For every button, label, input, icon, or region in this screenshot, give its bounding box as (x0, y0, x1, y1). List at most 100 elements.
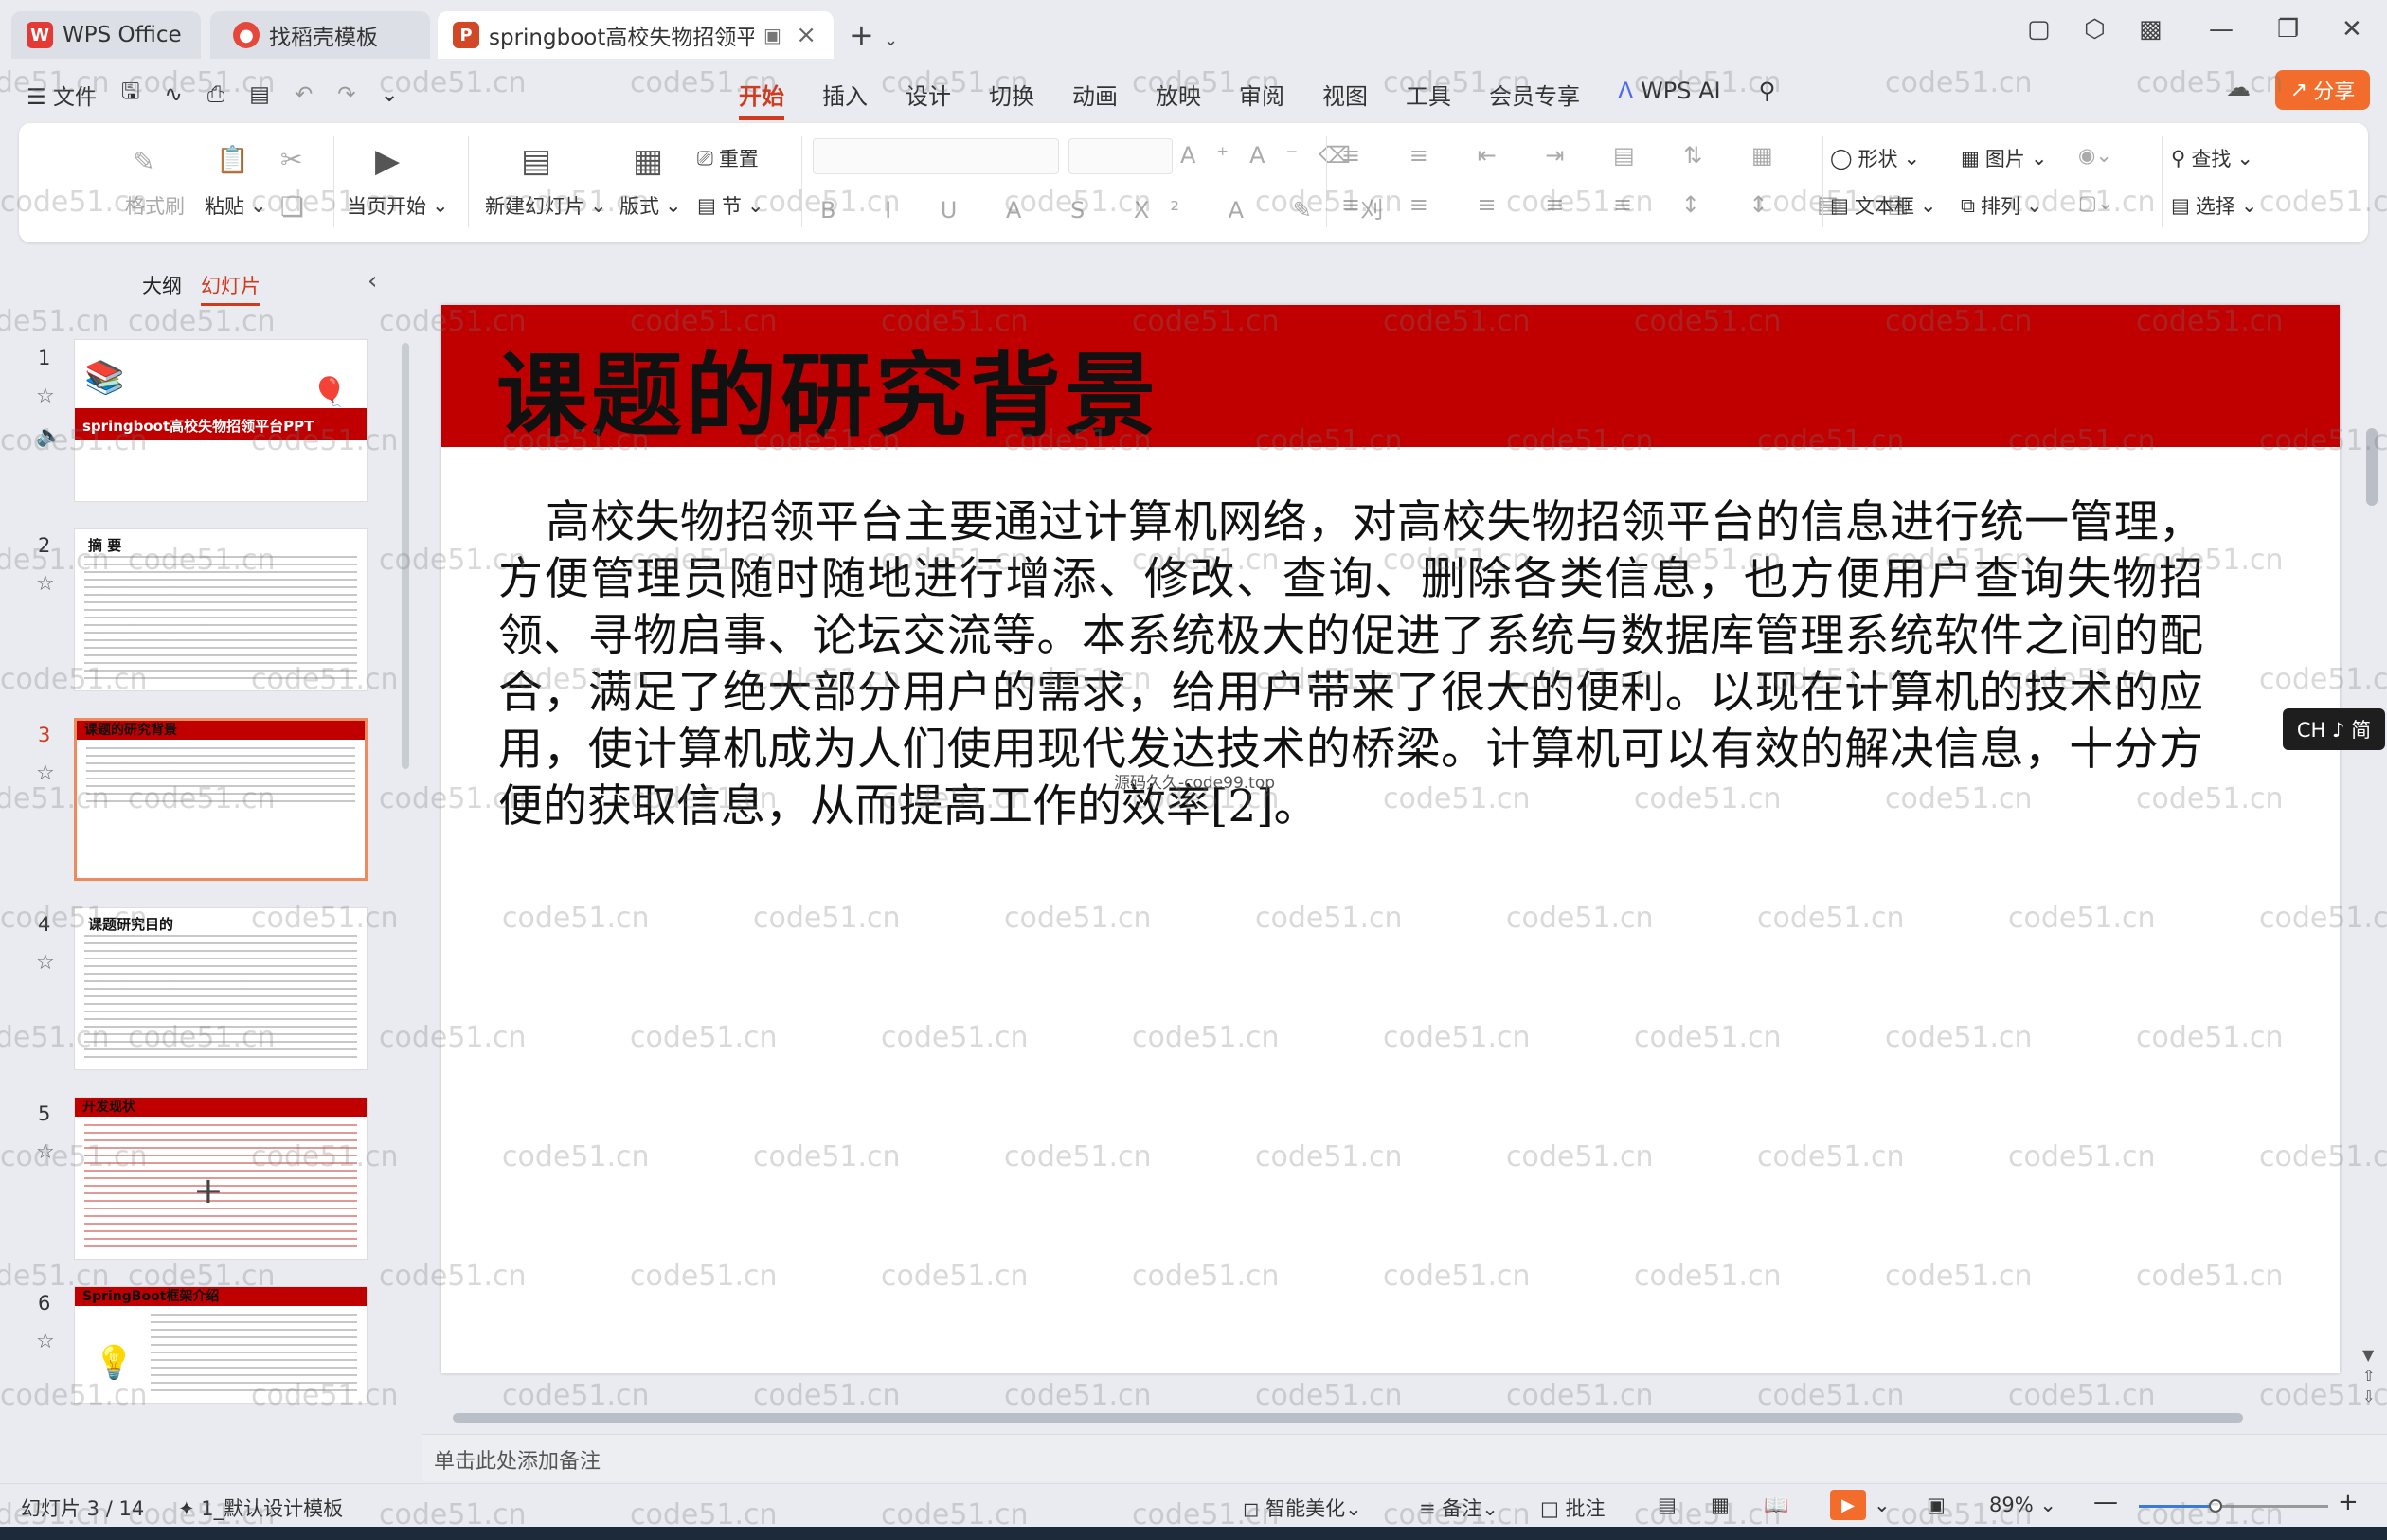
grid-view-icon[interactable]: ▦ (1711, 1494, 1730, 1516)
wps-logo-icon: W (27, 22, 53, 48)
zoom-out-icon[interactable]: — (2093, 1488, 2118, 1516)
cube-icon[interactable]: ⬡ (2084, 15, 2106, 44)
section-button[interactable]: ▤ 节 ⌄ (697, 191, 763, 220)
font-format-tools[interactable]: B I U A S X² A ✎ 刈 (820, 191, 1404, 224)
play-from-current-icon[interactable]: ▶ (375, 142, 400, 180)
beautify-button[interactable]: ◻ 智能美化⌄ (1243, 1494, 1362, 1522)
share-button[interactable]: ↗ 分享 (2275, 70, 2370, 110)
new-slide-icon[interactable]: ▤ (521, 142, 551, 180)
vertical-scrollbar[interactable] (2366, 428, 2378, 506)
reading-view-icon[interactable]: 📖 (1764, 1494, 1788, 1517)
star-icon[interactable]: ☆ (36, 761, 55, 785)
search-icon[interactable]: ⚲ (1759, 78, 1776, 120)
paste-icon[interactable]: 📋 (216, 144, 249, 175)
collapse-panel-icon[interactable]: ‹ (368, 267, 377, 295)
slide-thumbnail[interactable]: SpringBoot框架介绍 💡 (74, 1286, 368, 1404)
comments-button[interactable]: □ 批注 (1540, 1494, 1606, 1522)
slideshow-play-button[interactable]: ▶ (1830, 1490, 1866, 1520)
slide-thumbnail[interactable]: 课题研究目的 (74, 907, 368, 1070)
star-icon[interactable]: ☆ (36, 951, 55, 975)
slide-body-text[interactable]: 高校失物招领平台主要通过计算机网络，对高校失物招领平台的信息进行统一管理，方便管… (498, 494, 2203, 835)
tab-transition[interactable]: 切换 (989, 78, 1034, 120)
paste-button[interactable]: 粘贴 ⌄ (205, 191, 267, 220)
tab-animation[interactable]: 动画 (1072, 78, 1118, 120)
tab-slideshow[interactable]: 放映 (1156, 78, 1201, 120)
star-icon[interactable]: ☆ (36, 572, 55, 596)
new-tab-button[interactable]: + ⌄ (849, 17, 898, 53)
minimize-icon[interactable]: — (2209, 15, 2234, 44)
tab-outline[interactable]: 大纲 (142, 271, 182, 306)
close-tab-icon[interactable]: × (796, 21, 817, 49)
list-tools[interactable]: ≡ ≡ ⇤ ⇥ ▤ ⇅ ▦ (1341, 142, 1794, 169)
shape-button[interactable]: ◯ 形状 ⌄ (1830, 144, 1920, 172)
picture-button[interactable]: ▦ 图片 ⌄ (1961, 144, 2047, 172)
cut-icon[interactable]: ✂ (280, 144, 302, 175)
ime-indicator[interactable]: CH ♪ 简 (2283, 708, 2385, 750)
star-icon[interactable]: ☆ (36, 1140, 55, 1164)
normal-view-icon[interactable]: ▤ (1658, 1494, 1677, 1516)
font-size-select[interactable] (1068, 138, 1173, 174)
tab-member[interactable]: 会员专享 (1489, 78, 1580, 120)
close-window-icon[interactable]: ✕ (2342, 15, 2362, 44)
star-icon[interactable]: ☆ (36, 1330, 55, 1353)
panel-scrollbar[interactable] (402, 343, 409, 769)
avatar[interactable]: ▩ (2139, 15, 2163, 44)
zoom-in-icon[interactable]: + (2338, 1488, 2359, 1516)
font-family-select[interactable] (813, 138, 1059, 174)
tab-home[interactable]: 开始 (739, 78, 784, 120)
cloud-icon[interactable]: ☁ (2226, 74, 2251, 102)
print-preview-icon[interactable]: ▤ (249, 82, 270, 107)
add-slide-button[interactable]: + (193, 1170, 224, 1211)
tab-view[interactable]: 视图 (1322, 78, 1368, 120)
tab-review[interactable]: 审阅 (1239, 78, 1284, 120)
star-icon[interactable]: ☆ (36, 385, 55, 408)
play-options-icon[interactable]: ⌄ (1874, 1494, 1891, 1516)
slide-thumbnail[interactable]: springboot高校失物招领平台PPT 📚 🎈 (74, 339, 368, 502)
fit-window-icon[interactable]: ▣ (1927, 1494, 1946, 1516)
zoom-level[interactable]: 89% ⌄ (1989, 1494, 2056, 1516)
slide-thumbnail-current[interactable]: 课题的研究背景 (74, 718, 368, 881)
new-slide-button[interactable]: 新建幻灯片 ⌄ (485, 191, 607, 220)
wps-ai-button[interactable]: Λ WPS AI (1618, 78, 1721, 120)
tab-template[interactable]: ● 找稻壳模板 (210, 11, 430, 59)
slide-title[interactable]: 课题的研究背景 (496, 322, 1159, 454)
select-button[interactable]: ▤ 选择 ⌄ (2171, 191, 2257, 220)
reset-button[interactable]: ⎚ 重置 (697, 144, 759, 172)
restore-icon[interactable]: ❐ (2277, 15, 2299, 44)
link-icon[interactable]: ∿ (165, 82, 183, 107)
find-button[interactable]: ⚲ 查找 ⌄ (2171, 144, 2253, 172)
tab-tools[interactable]: 工具 (1406, 78, 1451, 120)
print-icon[interactable]: ⎙ (207, 82, 224, 107)
tab-slides[interactable]: 幻灯片 (201, 271, 260, 306)
undo-icon[interactable]: ↶ (295, 82, 313, 107)
audio-icon[interactable]: 🔈 (36, 424, 62, 448)
picture-label: 图片 (1984, 148, 2025, 170)
copy-icon[interactable]: ❏ (280, 191, 304, 223)
page-nav-icons[interactable]: ▼ ⇧ ⇩ (2362, 1345, 2375, 1407)
layout-button[interactable]: 版式 ⌄ (619, 191, 682, 220)
arrange-button[interactable]: ⧉ 排列 ⌄ (1961, 191, 2043, 220)
slide[interactable]: 课题的研究背景 高校失物招领平台主要通过计算机网络，对高校失物招领平台的信息进行… (441, 305, 2340, 1373)
zoom-slider-knob[interactable] (2209, 1499, 2222, 1513)
horizontal-scrollbar[interactable] (453, 1413, 2243, 1423)
file-menu[interactable]: ☰ 文件 (27, 79, 97, 111)
paste-label: 粘贴 (205, 195, 244, 218)
tab-design[interactable]: 设计 (906, 78, 951, 120)
tablet-icon[interactable]: ▢ (2027, 15, 2051, 44)
slide-thumbnail[interactable]: 摘 要 (74, 528, 368, 691)
tab-wps-office[interactable]: W WPS Office (11, 11, 201, 59)
tab-document[interactable]: P springboot高校失物招领平台 ▣ × (438, 11, 834, 59)
notes-pane[interactable]: 单击此处添加备注 (422, 1434, 2387, 1481)
redo-icon[interactable]: ↷ (337, 82, 355, 107)
from-current-button[interactable]: 当页开始 ⌄ (347, 191, 449, 220)
more-chevron-icon[interactable]: ⌄ (381, 82, 399, 107)
save-icon[interactable]: 🖫 (121, 76, 140, 113)
layout-icon[interactable]: ▦ (633, 142, 663, 180)
outline-icon[interactable]: ▢⌄ (2078, 191, 2113, 214)
tab-insert[interactable]: 插入 (822, 78, 868, 120)
format-painter-icon[interactable]: ✎ (133, 146, 154, 177)
notes-button[interactable]: ≡ 备注⌄ (1419, 1494, 1499, 1522)
textbox-button[interactable]: ▤ 文本框 ⌄ (1830, 191, 1936, 220)
fill-color-icon[interactable]: ◉⌄ (2078, 144, 2112, 167)
theme-indicator[interactable]: ✦ 1_默认设计模板 (178, 1494, 343, 1522)
